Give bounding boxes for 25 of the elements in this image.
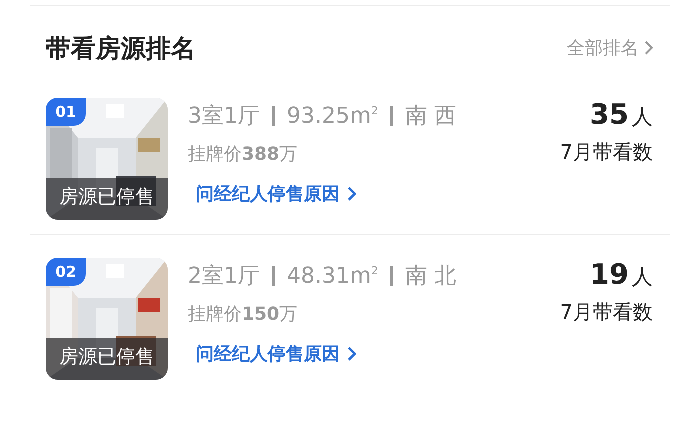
count-label: 7月带看数 xyxy=(560,299,653,326)
floor-area: 48.31m$^{2}$ xyxy=(287,264,378,288)
ask-agent-link[interactable]: 问经纪人停售原因 xyxy=(196,182,356,206)
listing-price: 挂牌价150万 xyxy=(188,303,299,326)
count-unit: 人 xyxy=(632,264,653,291)
viewing-count: 19 xyxy=(590,258,629,291)
orientation: 南 北 xyxy=(405,263,456,291)
sold-out-label: 房源已停售 xyxy=(46,338,168,380)
count-label: 7月带看数 xyxy=(560,139,653,166)
rank-badge: 02 xyxy=(46,258,86,286)
chevron-icon xyxy=(348,347,356,361)
viewing-count: 35 xyxy=(590,98,629,131)
room-layout: 3室1厅 xyxy=(188,103,260,131)
sold-out-label: 房源已停售 xyxy=(46,178,168,220)
ask-agent-link[interactable]: 问经纪人停售原因 xyxy=(196,342,356,366)
rank-badge: 01 xyxy=(46,98,86,126)
room-layout: 2室1厅 xyxy=(188,263,260,291)
count-unit: 人 xyxy=(632,104,653,131)
listing-price: 挂牌价388万 xyxy=(188,143,299,166)
all-rankings-link[interactable]: 全部排名 xyxy=(567,36,653,60)
chevron-icon xyxy=(645,41,653,55)
orientation: 南 西 xyxy=(405,103,456,131)
chevron-icon xyxy=(348,187,356,201)
floor-area: 93.25m$^{2}$ xyxy=(287,104,378,128)
section-title: 带看房源排名 xyxy=(46,32,196,64)
